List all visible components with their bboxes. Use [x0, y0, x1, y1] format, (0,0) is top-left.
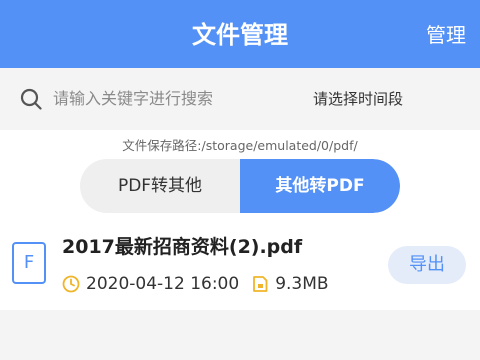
storage-path-text: 文件保存路径:/storage/emulated/0/pdf/	[122, 138, 358, 153]
search-icon[interactable]	[20, 88, 42, 110]
export-button[interactable]: 导出	[388, 246, 466, 284]
page-title: 文件管理	[192, 21, 288, 49]
app-header: 文件管理 管理	[0, 0, 480, 68]
time-range-selector[interactable]: 请选择时间段	[313, 86, 403, 112]
tab-pdf-to-other[interactable]: PDF转其他	[80, 159, 240, 213]
clock-icon	[62, 275, 80, 293]
search-bar: 请输入关键字进行搜索 请选择时间段	[0, 68, 480, 130]
file-name[interactable]: 2017最新招商资料(2).pdf	[62, 232, 302, 259]
file-datetime: 2020-04-12 16:00	[86, 274, 240, 294]
conversion-tabs: PDF转其他 其他转PDF	[80, 159, 400, 213]
file-size: 9.3MB	[275, 274, 329, 294]
tab-other-to-pdf[interactable]: 其他转PDF	[240, 159, 400, 213]
manage-button[interactable]: 管理	[426, 0, 466, 70]
file-type-icon: F	[12, 242, 46, 284]
file-size-icon	[253, 276, 268, 292]
file-list-panel: 文件保存路径:/storage/emulated/0/pdf/ PDF转其他 其…	[0, 130, 480, 310]
search-input[interactable]: 请输入关键字进行搜索	[53, 86, 213, 112]
file-meta: 2020-04-12 16:00 9.3MB	[62, 273, 329, 295]
